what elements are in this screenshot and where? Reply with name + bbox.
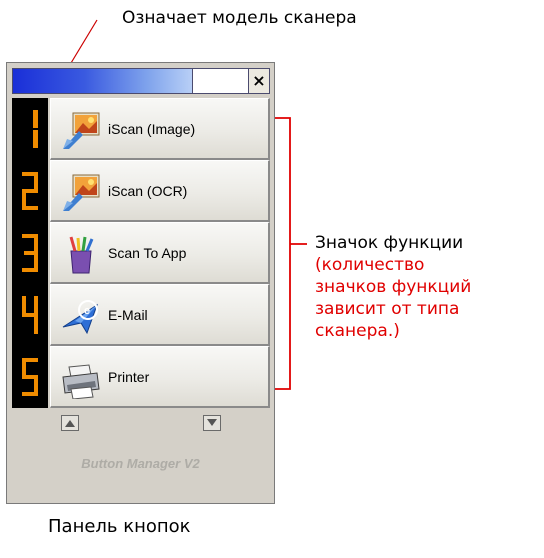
function-row-2: iScan (OCR) (12, 160, 270, 222)
email-button[interactable]: e E-Mail (50, 284, 270, 346)
close-button[interactable]: × (248, 68, 270, 94)
digit-1-icon (33, 110, 38, 148)
iscan-image-button[interactable]: iScan (Image) (50, 98, 270, 160)
digit-display-3 (12, 222, 48, 284)
image-scan-icon (63, 112, 100, 149)
function-row-5: Printer (12, 346, 270, 408)
scroll-up-button[interactable] (61, 415, 79, 431)
function-row-3: Scan To App (12, 222, 270, 284)
printer-icon (62, 364, 100, 399)
digit-5-icon (22, 358, 38, 396)
arrow-up-icon (65, 420, 75, 427)
email-label: E-Mail (108, 307, 148, 323)
printer-label: Printer (108, 369, 150, 385)
digit-4-icon (22, 296, 38, 334)
navigation-bar (7, 408, 274, 438)
arrow-down-icon (207, 419, 217, 426)
button-panel-window: × iScan (Image) iScan (OCR) Scan To App … (6, 62, 275, 504)
digit-3-icon (22, 234, 38, 272)
printer-button[interactable]: Printer (50, 346, 270, 408)
scan-to-app-label: Scan To App (108, 245, 187, 261)
digit-display-2 (12, 160, 48, 222)
title-bar: × (12, 68, 270, 94)
email-icon: e (62, 300, 98, 335)
ocr-scan-icon (63, 174, 100, 211)
digit-2-icon (22, 172, 38, 210)
svg-text:e: e (84, 305, 90, 317)
model-pointer-line (67, 19, 98, 69)
digit-display-1 (12, 98, 48, 160)
app-icon (69, 236, 94, 274)
iscan-image-label: iScan (Image) (108, 121, 196, 137)
digit-display-4 (12, 284, 48, 346)
iscan-ocr-label: iScan (OCR) (108, 183, 188, 199)
function-row-4: e E-Mail (12, 284, 270, 346)
function-row-1: iScan (Image) (12, 98, 270, 160)
title-bar-blank (193, 68, 248, 94)
scroll-down-button[interactable] (203, 415, 221, 431)
iscan-ocr-button[interactable]: iScan (OCR) (50, 160, 270, 222)
brand-label: Button Manager V2 (81, 456, 200, 471)
scan-to-app-button[interactable]: Scan To App (50, 222, 270, 284)
scanner-model-bar (12, 68, 193, 94)
digit-display-5 (12, 346, 48, 408)
